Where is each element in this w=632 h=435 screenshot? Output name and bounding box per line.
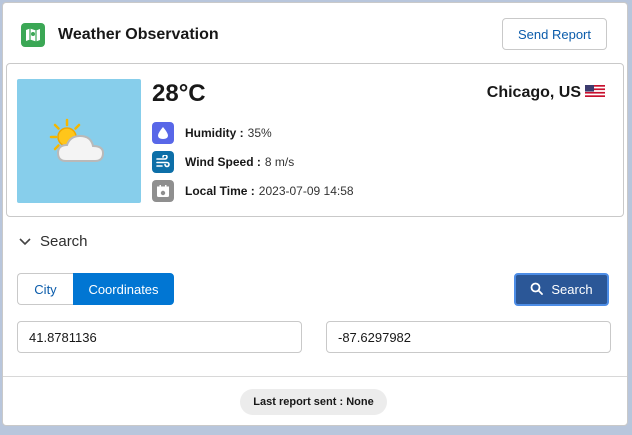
local-time-row: Local Time : 2023-07-09 14:58 — [152, 179, 354, 203]
card-header: Weather Observation Send Report — [3, 3, 627, 63]
chevron-down-icon — [19, 233, 31, 250]
footer-divider — [3, 376, 627, 377]
longitude-input[interactable] — [326, 321, 611, 353]
humidity-label: Humidity : — [185, 126, 244, 140]
humidity-value: 35% — [247, 126, 272, 140]
mode-coordinates-button[interactable]: Coordinates — [73, 273, 174, 305]
mode-city-button[interactable]: City — [17, 273, 73, 305]
humidity-row: Humidity : 35% — [152, 121, 272, 145]
us-flag-icon — [585, 84, 605, 102]
map-icon — [21, 23, 45, 47]
local-time-value: 2023-07-09 14:58 — [258, 184, 354, 198]
latitude-input[interactable] — [17, 321, 302, 353]
temperature: 28°C — [152, 80, 206, 107]
calendar-icon — [152, 180, 174, 202]
wind-speed-label: Wind Speed : — [185, 155, 261, 169]
weather-card: Weather Observation Send Report 28°C Chi… — [2, 2, 628, 426]
partly-cloudy-icon — [17, 79, 141, 203]
last-report-status: Last report sent : None — [240, 389, 387, 415]
search-section-toggle[interactable]: Search — [19, 231, 88, 251]
search-section-label: Search — [40, 232, 88, 250]
page-title: Weather Observation — [58, 26, 219, 43]
search-icon — [530, 282, 544, 298]
search-button-label: Search — [551, 282, 593, 297]
wind-icon — [152, 151, 174, 173]
search-mode-toggle: City Coordinates — [17, 273, 174, 305]
local-time-label: Local Time : — [185, 184, 255, 198]
wind-row: Wind Speed : 8 m/s — [152, 150, 294, 174]
location-label: Chicago, US — [486, 84, 581, 101]
search-button[interactable]: Search — [514, 273, 609, 306]
send-report-button[interactable]: Send Report — [502, 18, 607, 50]
wind-speed-value: 8 m/s — [264, 155, 295, 169]
droplet-icon — [152, 122, 174, 144]
location: Chicago, US — [487, 84, 605, 102]
weather-panel: 28°C Chicago, US Humidity : 35% Wind Spe… — [6, 63, 624, 217]
